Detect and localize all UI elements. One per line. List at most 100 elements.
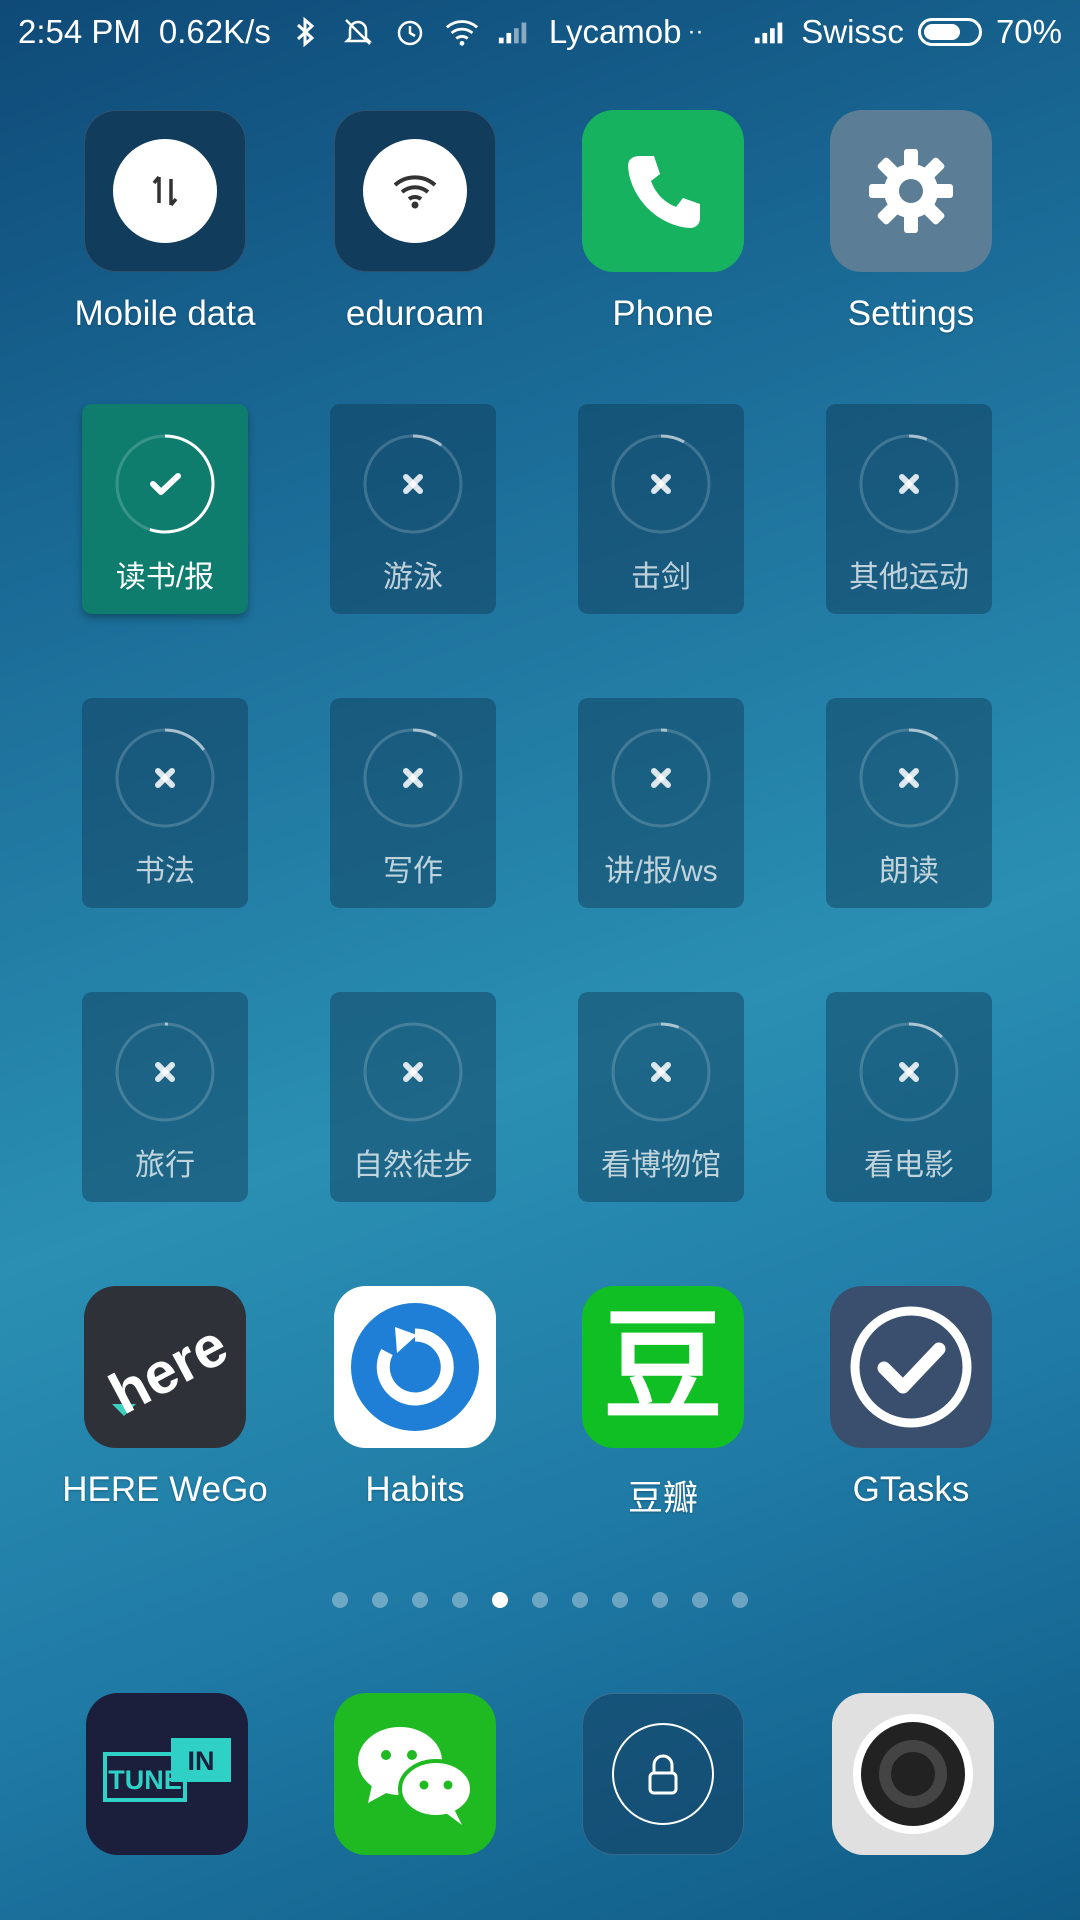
app-label: 豆瓣 bbox=[627, 1479, 698, 1518]
habit-tile[interactable]: 看电影 bbox=[826, 992, 992, 1202]
wifi-toggle[interactable]: eduroam bbox=[290, 110, 540, 334]
page-dot[interactable] bbox=[452, 1592, 468, 1608]
check-icon bbox=[150, 473, 181, 495]
habit-tile[interactable]: 旅行 bbox=[82, 992, 248, 1202]
progress-ring bbox=[115, 434, 215, 534]
habit-label: 讲/报/ws bbox=[604, 855, 718, 888]
progress-ring bbox=[611, 434, 711, 534]
cross-icon bbox=[899, 768, 919, 788]
page-dot[interactable] bbox=[572, 1592, 588, 1608]
habit-label: 看电影 bbox=[864, 1149, 954, 1182]
habit-tile[interactable]: 读书/报 bbox=[82, 404, 248, 614]
habits-refresh-icon bbox=[334, 1286, 496, 1448]
battery-icon bbox=[917, 18, 982, 46]
habit-label: 其他运动 bbox=[849, 561, 969, 594]
app-wechat[interactable] bbox=[290, 1693, 540, 1855]
habit-label: 自然徒步 bbox=[353, 1149, 473, 1182]
cross-icon bbox=[899, 1062, 919, 1082]
page-dot[interactable] bbox=[332, 1592, 348, 1608]
habit-label: 游泳 bbox=[383, 561, 443, 594]
app-label: GTasks bbox=[852, 1470, 970, 1509]
habit-tile[interactable]: 书法 bbox=[82, 698, 248, 908]
phone-icon bbox=[582, 110, 744, 272]
cross-icon bbox=[155, 1062, 175, 1082]
app-tunein[interactable]: TUNE IN bbox=[42, 1693, 292, 1855]
signal-icon-1 bbox=[497, 15, 531, 49]
app-lock[interactable] bbox=[538, 1693, 788, 1855]
habit-tile[interactable]: 讲/报/ws bbox=[578, 698, 744, 908]
habit-tile[interactable]: 朗读 bbox=[826, 698, 992, 908]
habit-tile[interactable]: 击剑 bbox=[578, 404, 744, 614]
mobile-data-toggle[interactable]: Mobile data bbox=[40, 110, 290, 334]
habit-label: 朗读 bbox=[879, 855, 939, 888]
bluetooth-icon bbox=[289, 15, 323, 49]
app-phone[interactable]: Phone bbox=[538, 110, 788, 334]
page-dot[interactable] bbox=[372, 1592, 388, 1608]
page-indicator[interactable] bbox=[0, 1592, 1080, 1608]
signal-icon-2 bbox=[753, 15, 787, 49]
carrier-1-suffix: ·· bbox=[687, 18, 704, 45]
app-label: Settings bbox=[847, 294, 975, 333]
page-dot[interactable] bbox=[532, 1592, 548, 1608]
progress-ring bbox=[611, 728, 711, 828]
app-douban[interactable]: 豆 豆瓣 bbox=[538, 1286, 788, 1521]
cross-icon bbox=[651, 474, 671, 494]
page-dot[interactable] bbox=[492, 1592, 508, 1608]
app-label: Habits bbox=[365, 1470, 465, 1509]
cross-icon bbox=[403, 768, 423, 788]
progress-ring bbox=[859, 728, 959, 828]
cross-icon bbox=[403, 1062, 423, 1082]
mute-bell-icon bbox=[341, 15, 375, 49]
cross-icon bbox=[403, 474, 423, 494]
page-dot[interactable] bbox=[692, 1592, 708, 1608]
habit-tile[interactable]: 写作 bbox=[330, 698, 496, 908]
habit-label: 看博物馆 bbox=[601, 1149, 721, 1182]
habit-label: 写作 bbox=[383, 855, 443, 888]
progress-ring bbox=[115, 1022, 215, 1122]
habit-label: 击剑 bbox=[631, 561, 691, 594]
habit-label: 书法 bbox=[135, 855, 195, 888]
progress-ring bbox=[859, 1022, 959, 1122]
page-dot[interactable] bbox=[412, 1592, 428, 1608]
carrier-2: Swissc bbox=[801, 13, 904, 50]
habit-tile[interactable]: 其他运动 bbox=[826, 404, 992, 614]
habit-tile[interactable]: 游泳 bbox=[330, 404, 496, 614]
wifi-icon bbox=[363, 139, 467, 243]
app-habits[interactable]: Habits bbox=[290, 1286, 540, 1510]
habit-tile[interactable]: 自然徒步 bbox=[330, 992, 496, 1202]
wechat-icon bbox=[334, 1693, 496, 1855]
lock-icon bbox=[582, 1693, 744, 1855]
habit-label: 读书/报 bbox=[115, 561, 215, 594]
cross-icon bbox=[155, 768, 175, 788]
tunein-text: TUNE bbox=[108, 1765, 182, 1795]
gear-icon bbox=[830, 110, 992, 272]
progress-ring bbox=[859, 434, 959, 534]
cross-icon bbox=[651, 1062, 671, 1082]
data-transfer-icon bbox=[113, 139, 217, 243]
app-label: HERE WeGo bbox=[62, 1470, 268, 1509]
status-bar: 2:54 PM 0.62K/s Lycamob ·· Swissc 70% bbox=[0, 0, 1080, 64]
habit-tile[interactable]: 看博物馆 bbox=[578, 992, 744, 1202]
progress-ring bbox=[611, 1022, 711, 1122]
carrier-1: Lycamob bbox=[548, 13, 682, 50]
tunein-in-text: IN bbox=[188, 1746, 215, 1776]
page-dot[interactable] bbox=[612, 1592, 628, 1608]
douban-icon: 豆 bbox=[582, 1286, 744, 1448]
tunein-icon: TUNE IN bbox=[86, 1693, 248, 1855]
battery-percent: 70% bbox=[995, 13, 1062, 50]
cross-icon bbox=[899, 474, 919, 494]
page-dot[interactable] bbox=[732, 1592, 748, 1608]
progress-ring bbox=[363, 1022, 463, 1122]
app-settings[interactable]: Settings bbox=[786, 110, 1036, 334]
progress-ring bbox=[363, 728, 463, 828]
page-dot[interactable] bbox=[652, 1592, 668, 1608]
progress-ring bbox=[115, 728, 215, 828]
wifi-status-icon bbox=[445, 15, 479, 49]
app-label: Phone bbox=[612, 294, 714, 333]
app-gtasks[interactable]: GTasks bbox=[786, 1286, 1036, 1510]
app-here-wego[interactable]: here HERE WeGo bbox=[40, 1286, 290, 1510]
app-label: eduroam bbox=[345, 294, 485, 333]
check-circle-icon bbox=[830, 1286, 992, 1448]
cross-icon bbox=[651, 768, 671, 788]
app-camera[interactable] bbox=[788, 1693, 1038, 1855]
